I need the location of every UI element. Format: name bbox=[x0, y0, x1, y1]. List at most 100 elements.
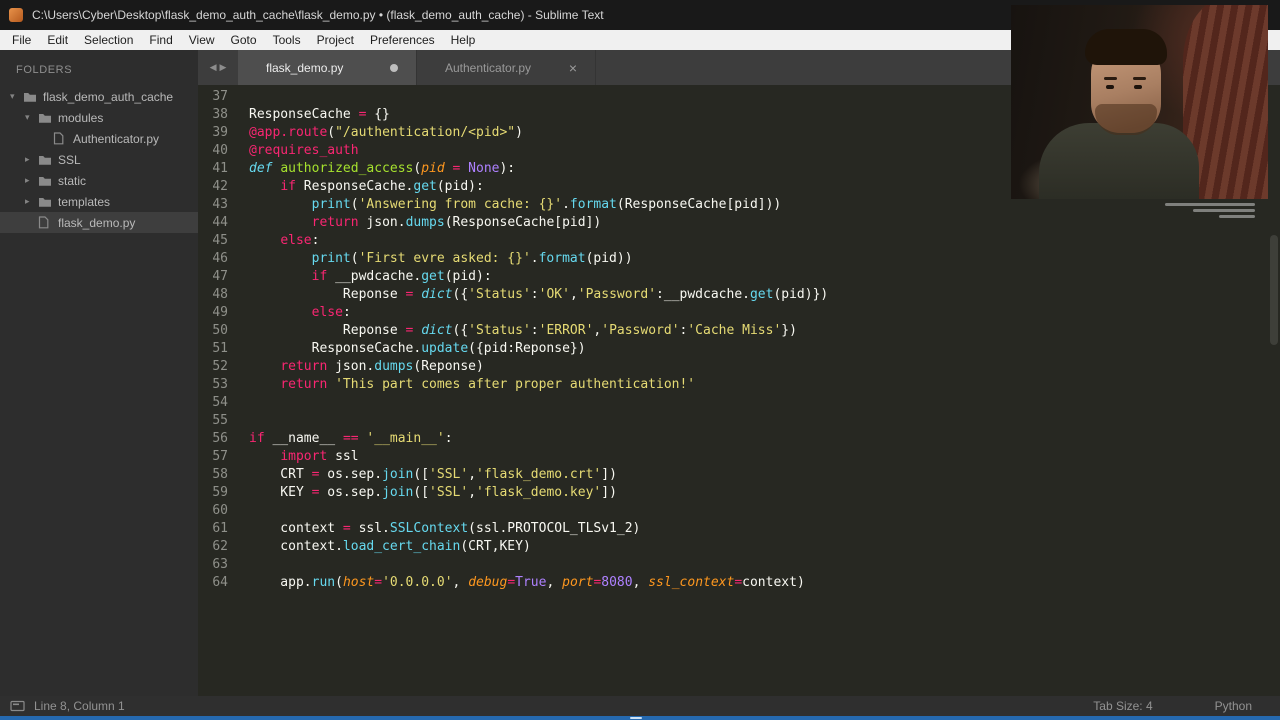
line-number: 53 bbox=[212, 377, 228, 392]
line-number: 60 bbox=[212, 503, 228, 518]
code-line[interactable]: 48 Reponse = dict({'Status':'OK','Passwo… bbox=[198, 286, 1280, 304]
line-number: 45 bbox=[212, 233, 228, 248]
chevron-right-icon[interactable]: ▸ bbox=[25, 175, 38, 186]
code-text: return json.dumps(ResponseCache[pid]) bbox=[311, 215, 602, 230]
code-line[interactable]: 61 context = ssl.SSLContext(ssl.PROTOCOL… bbox=[198, 520, 1280, 538]
line-number: 48 bbox=[212, 287, 228, 302]
code-line[interactable]: 58 CRT = os.sep.join(['SSL','flask_demo.… bbox=[198, 466, 1280, 484]
menu-item-edit[interactable]: Edit bbox=[39, 30, 76, 50]
tree-item-label: static bbox=[58, 173, 87, 188]
menu-item-selection[interactable]: Selection bbox=[76, 30, 141, 50]
code-line[interactable]: 45 else: bbox=[198, 232, 1280, 250]
code-text: import ssl bbox=[280, 449, 359, 464]
tab-size-indicator[interactable]: Tab Size: 4 bbox=[1093, 699, 1152, 713]
code-line[interactable]: 59 KEY = os.sep.join(['SSL','flask_demo.… bbox=[198, 484, 1280, 502]
line-number: 54 bbox=[212, 395, 228, 410]
tree-file-flask_demo.py[interactable]: flask_demo.py bbox=[0, 212, 198, 233]
tab-Authenticator.py[interactable]: Authenticator.py × bbox=[417, 50, 596, 85]
code-text: KEY = os.sep.join(['SSL','flask_demo.key… bbox=[249, 485, 617, 500]
code-line[interactable]: 56 if __name__ == '__main__': bbox=[198, 430, 1280, 448]
file-icon bbox=[53, 132, 71, 145]
tree-folder-static[interactable]: ▸ static bbox=[0, 170, 198, 191]
tree-folder-modules[interactable]: ▾ modules bbox=[0, 107, 198, 128]
status-bar: Line 8, Column 1 Tab Size: 4 Python bbox=[0, 696, 1280, 716]
code-line[interactable]: 50 Reponse = dict({'Status':'ERROR','Pas… bbox=[198, 322, 1280, 340]
line-number: 38 bbox=[212, 107, 228, 122]
folder-icon bbox=[38, 175, 56, 187]
line-column-indicator: Line 8, Column 1 bbox=[34, 699, 125, 713]
code-line[interactable]: 51 ResponseCache.update({pid:Reponse}) bbox=[198, 340, 1280, 358]
tree-item-label: templates bbox=[58, 194, 111, 209]
code-text: if __pwdcache.get(pid): bbox=[311, 269, 492, 284]
taskbar-dot bbox=[630, 717, 642, 719]
chevron-right-icon[interactable]: ▸ bbox=[25, 196, 38, 207]
line-number: 62 bbox=[212, 539, 228, 554]
tab-scroll-left-icon[interactable]: ◀ bbox=[210, 62, 217, 73]
chevron-down-icon[interactable]: ▾ bbox=[10, 91, 23, 102]
code-text: Reponse = dict({'Status':'OK','Password'… bbox=[249, 287, 829, 302]
person-eyebrow bbox=[1104, 77, 1117, 80]
code-line[interactable]: 62 context.load_cert_chain(CRT,KEY) bbox=[198, 538, 1280, 556]
menu-item-help[interactable]: Help bbox=[443, 30, 484, 50]
line-number: 52 bbox=[212, 359, 228, 374]
code-line[interactable]: 60 bbox=[198, 502, 1280, 520]
code-text: ResponseCache.update({pid:Reponse}) bbox=[249, 341, 586, 356]
line-number: 64 bbox=[212, 575, 228, 590]
tab-flask_demo.py[interactable]: flask_demo.py bbox=[238, 50, 417, 85]
tab-scroll-arrows: ◀ ▶ bbox=[198, 50, 238, 85]
code-line[interactable]: 47 if __pwdcache.get(pid): bbox=[198, 268, 1280, 286]
person-eyebrow bbox=[1133, 77, 1146, 80]
window-title: C:\Users\Cyber\Desktop\flask_demo_auth_c… bbox=[32, 8, 604, 22]
line-number: 47 bbox=[212, 269, 228, 284]
modified-dot-icon bbox=[390, 63, 398, 72]
tab-scroll-right-icon[interactable]: ▶ bbox=[220, 62, 227, 73]
menu-item-view[interactable]: View bbox=[181, 30, 223, 50]
code-line[interactable]: 64 app.run(host='0.0.0.0', debug=True, p… bbox=[198, 574, 1280, 592]
code-text: CRT = os.sep.join(['SSL','flask_demo.crt… bbox=[249, 467, 617, 482]
code-text: print('First evre asked: {}'.format(pid)… bbox=[311, 251, 633, 266]
line-number: 41 bbox=[212, 161, 228, 176]
chevron-down-icon[interactable]: ▾ bbox=[25, 112, 38, 123]
tree-item-label: Authenticator.py bbox=[73, 131, 160, 146]
code-text: context = ssl.SSLContext(ssl.PROTOCOL_TL… bbox=[249, 521, 641, 536]
line-number: 59 bbox=[212, 485, 228, 500]
menu-item-tools[interactable]: Tools bbox=[265, 30, 309, 50]
tree-folder-templates[interactable]: ▸ templates bbox=[0, 191, 198, 212]
person-eye bbox=[1134, 85, 1142, 89]
menu-item-preferences[interactable]: Preferences bbox=[362, 30, 443, 50]
menu-item-find[interactable]: Find bbox=[141, 30, 180, 50]
close-icon[interactable]: × bbox=[569, 61, 577, 75]
file-icon bbox=[38, 216, 56, 229]
tree-file-Authenticator.py[interactable]: Authenticator.py bbox=[0, 128, 198, 149]
menu-item-goto[interactable]: Goto bbox=[223, 30, 265, 50]
line-number: 57 bbox=[212, 449, 228, 464]
webcam-caption-lines bbox=[1160, 203, 1255, 218]
menu-item-file[interactable]: File bbox=[4, 30, 39, 50]
panel-toggle-icon[interactable] bbox=[10, 700, 26, 712]
folder-icon bbox=[38, 112, 56, 124]
code-line[interactable]: 52 return json.dumps(Reponse) bbox=[198, 358, 1280, 376]
line-number: 39 bbox=[212, 125, 228, 140]
sublime-app-icon bbox=[9, 8, 23, 22]
taskbar-strip bbox=[0, 716, 1280, 720]
code-line[interactable]: 54 bbox=[198, 394, 1280, 412]
line-number: 44 bbox=[212, 215, 228, 230]
code-line[interactable]: 55 bbox=[198, 412, 1280, 430]
code-line[interactable]: 57 import ssl bbox=[198, 448, 1280, 466]
tree-folder-flask_demo_auth_cache[interactable]: ▾ flask_demo_auth_cache bbox=[0, 86, 198, 107]
person-hair bbox=[1085, 29, 1167, 65]
code-line[interactable]: 53 return 'This part comes after proper … bbox=[198, 376, 1280, 394]
vertical-scrollbar-thumb[interactable] bbox=[1270, 235, 1278, 345]
code-line[interactable]: 63 bbox=[198, 556, 1280, 574]
menu-item-project[interactable]: Project bbox=[309, 30, 362, 50]
code-text: def authorized_access(pid = None): bbox=[249, 161, 516, 176]
code-line[interactable]: 46 print('First evre asked: {}'.format(p… bbox=[198, 250, 1280, 268]
chevron-right-icon[interactable]: ▸ bbox=[25, 154, 38, 165]
line-number: 61 bbox=[212, 521, 228, 536]
syntax-indicator[interactable]: Python bbox=[1215, 699, 1252, 713]
code-text: context.load_cert_chain(CRT,KEY) bbox=[249, 539, 531, 554]
code-line[interactable]: 49 else: bbox=[198, 304, 1280, 322]
tree-folder-SSL[interactable]: ▸ SSL bbox=[0, 149, 198, 170]
code-text: else: bbox=[280, 233, 320, 248]
code-line[interactable]: 44 return json.dumps(ResponseCache[pid]) bbox=[198, 214, 1280, 232]
